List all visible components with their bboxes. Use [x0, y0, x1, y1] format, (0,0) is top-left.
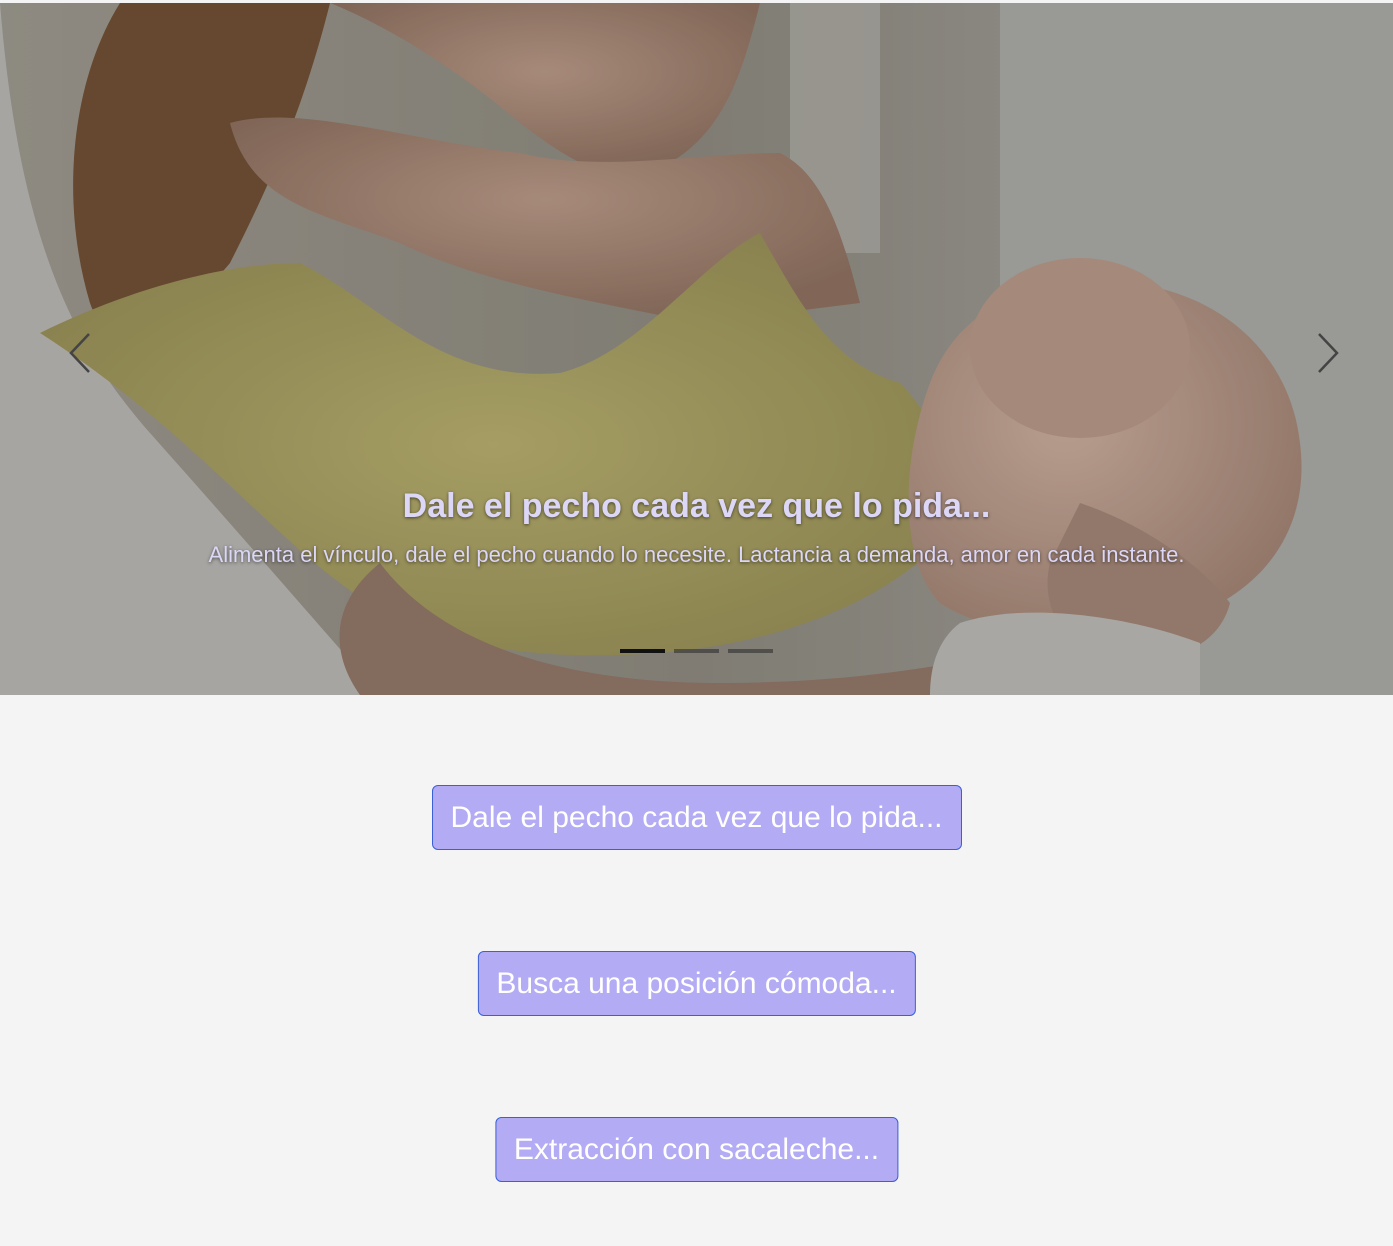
- tip-button-demand-feeding[interactable]: Dale el pecho cada vez que lo pida...: [431, 785, 962, 850]
- chevron-left-icon: [69, 333, 90, 373]
- slide-image-mother-breastfeeding: [0, 3, 1393, 695]
- carousel-prev-button[interactable]: [55, 323, 105, 383]
- carousel-indicator-1[interactable]: [620, 649, 665, 653]
- carousel-indicator-2[interactable]: [674, 649, 719, 653]
- slide-title: Dale el pecho cada vez que lo pida...: [402, 487, 991, 525]
- slide-description: Alimenta el vínculo, dale el pecho cuand…: [208, 542, 1185, 567]
- tip-button-comfortable-position[interactable]: Busca una posición cómoda...: [477, 951, 916, 1016]
- carousel-next-button[interactable]: [1303, 323, 1353, 383]
- hero-carousel: Dale el pecho cada vez que lo pida... Al…: [0, 3, 1393, 695]
- tip-button-breast-pump[interactable]: Extracción con sacaleche...: [494, 1117, 899, 1182]
- carousel-indicator-3[interactable]: [728, 649, 773, 653]
- chevron-right-icon: [1318, 333, 1339, 373]
- carousel-caption: Dale el pecho cada vez que lo pida... Al…: [200, 481, 1193, 573]
- carousel-indicators: [0, 649, 1393, 653]
